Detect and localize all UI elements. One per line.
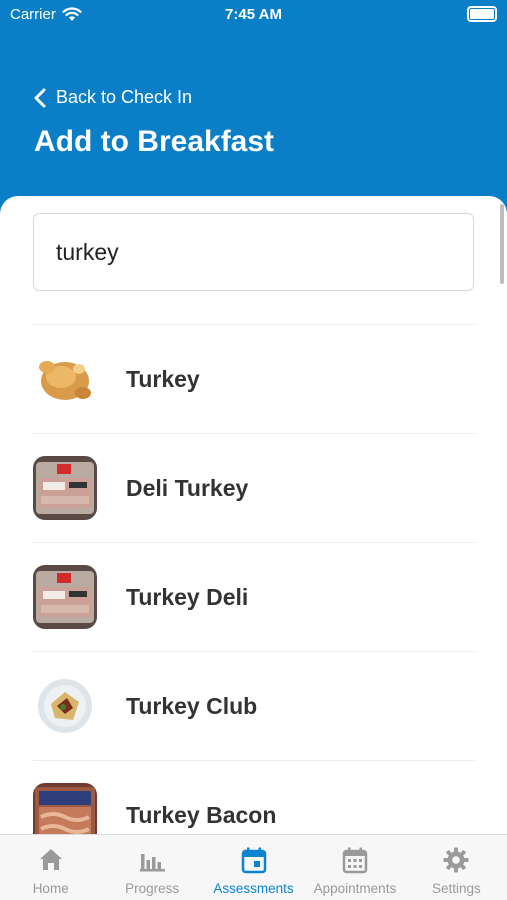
result-label: Turkey Bacon	[126, 801, 277, 828]
result-item[interactable]: Deli Turkey	[33, 433, 475, 542]
tab-label: Home	[32, 881, 69, 896]
tab-home[interactable]: Home	[0, 835, 101, 900]
home-icon	[36, 845, 66, 875]
tab-bar: Home Progress Assessments Appointments Setti…	[0, 834, 507, 900]
calendar-grid-icon	[340, 845, 370, 875]
result-item[interactable]: Turkey	[33, 324, 475, 433]
result-item[interactable]: Turkey Bacon	[33, 760, 475, 836]
content-sheet: Turkey Deli Turkey Turkey Deli Turkey Club T…	[0, 196, 507, 836]
tab-assessments[interactable]: Assessments	[203, 835, 304, 900]
tab-settings[interactable]: Settings	[406, 835, 507, 900]
tab-label: Progress	[125, 881, 180, 896]
tab-progress[interactable]: Progress	[101, 835, 202, 900]
tab-label: Settings	[431, 881, 481, 896]
food-thumbnail	[33, 347, 97, 411]
back-button[interactable]: Back to Check In	[34, 87, 192, 108]
result-item[interactable]: Turkey Deli	[33, 542, 475, 651]
page-title: Add to Breakfast	[34, 125, 275, 158]
food-thumbnail	[33, 674, 97, 738]
header: Carrier 7:45 AM Back to Check In Add to …	[0, 0, 507, 210]
chevron-left-icon	[34, 88, 46, 107]
food-thumbnail	[33, 565, 97, 629]
food-thumbnail	[33, 456, 97, 520]
status-bar: Carrier 7:45 AM	[0, 0, 507, 34]
result-label: Deli Turkey	[126, 474, 249, 501]
gear-icon	[441, 845, 471, 875]
battery-icon	[467, 6, 497, 22]
result-label: Turkey	[126, 365, 200, 392]
scrollbar[interactable]	[500, 204, 504, 284]
results-list: Turkey Deli Turkey Turkey Deli Turkey Club T…	[33, 324, 475, 836]
calendar-icon	[239, 845, 269, 875]
status-time: 7:45 AM	[225, 6, 282, 23]
tab-appointments[interactable]: Appointments	[304, 835, 405, 900]
food-thumbnail	[33, 783, 97, 836]
result-item[interactable]: Turkey Club	[33, 651, 475, 760]
tab-label: Assessments	[213, 881, 294, 896]
tab-label: Appointments	[313, 881, 397, 896]
result-label: Turkey Club	[126, 692, 258, 719]
result-label: Turkey Deli	[126, 583, 249, 610]
battery-fill	[470, 9, 494, 19]
search-input[interactable]	[33, 213, 474, 291]
back-label: Back to Check In	[56, 87, 193, 107]
bar-chart-icon	[137, 845, 167, 875]
